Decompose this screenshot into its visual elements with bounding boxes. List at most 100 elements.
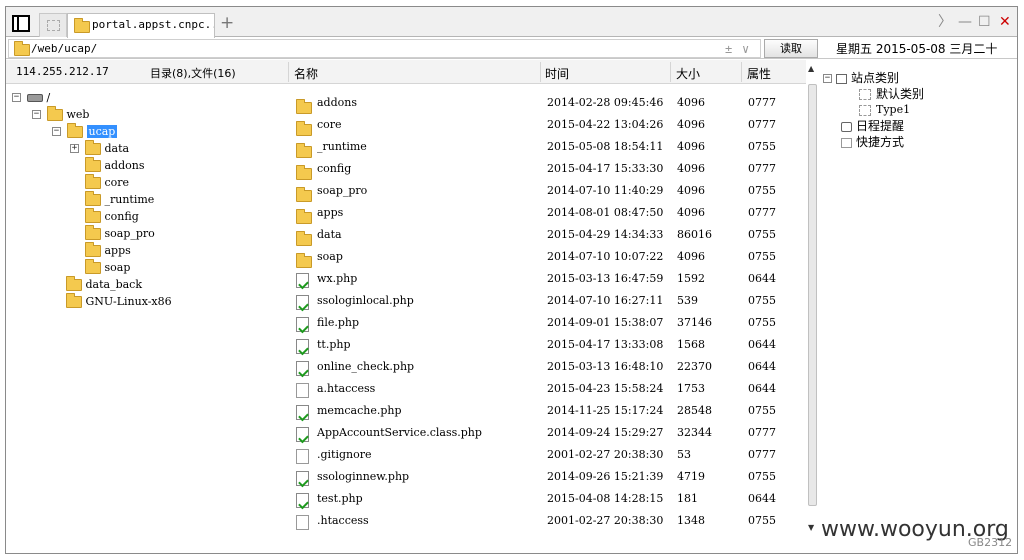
table-row[interactable]: soap 2014-07-10 10:07:22 4096 0755 — [289, 246, 806, 268]
folder-icon — [296, 209, 312, 224]
file-perm: 0777 — [748, 206, 776, 219]
forward-icon[interactable]: 〉 — [938, 13, 952, 31]
type1-node[interactable]: Type1 — [859, 102, 910, 118]
file-perm: 0755 — [748, 140, 776, 153]
path-input[interactable]: /web/ucap/ ± ∨ — [8, 39, 761, 58]
table-row[interactable]: _runtime 2015-05-08 18:54:11 4096 0755 — [289, 136, 806, 158]
file-time: 2014-07-10 11:40:29 — [547, 184, 664, 197]
collapse-icon[interactable]: − — [12, 93, 21, 102]
calendar-date: 星期五 2015-05-08 三月二十 — [836, 42, 998, 56]
default-category-node[interactable]: 默认类别 — [859, 86, 924, 102]
file-name: test.php — [317, 492, 363, 505]
shortcut-node[interactable]: 快捷方式 — [841, 134, 904, 150]
collapse-icon[interactable]: − — [32, 110, 41, 119]
folder-icon — [296, 253, 312, 268]
table-row[interactable]: a.htaccess 2015-04-23 15:58:24 1753 0644 — [289, 378, 806, 400]
expand-icon[interactable]: + — [70, 144, 79, 153]
column-header-name[interactable]: 名称 — [294, 65, 318, 82]
tree-node-data-back[interactable]: data_back — [66, 276, 142, 293]
file-size: 32344 — [677, 426, 712, 439]
tree-node-gnu-linux[interactable]: GNU-Linux-x86 — [66, 293, 172, 310]
minimize-button[interactable]: — — [958, 13, 972, 31]
php-file-icon — [296, 493, 309, 508]
tree-label: soap_pro — [104, 227, 155, 240]
read-button[interactable]: 读取 — [764, 39, 818, 58]
file-size: 1348 — [677, 514, 705, 527]
column-header-perm[interactable]: 属性 — [747, 65, 771, 82]
sidebar-toggle-icon[interactable] — [12, 15, 30, 32]
drive-icon — [27, 94, 43, 102]
table-row[interactable]: file.php 2014-09-01 15:38:07 37146 0755 — [289, 312, 806, 334]
chevron-down-icon[interactable]: ∨ — [742, 41, 749, 58]
table-row[interactable]: config 2015-04-17 15:33:30 4096 0777 — [289, 158, 806, 180]
close-button[interactable]: ✕ — [999, 13, 1011, 31]
table-row[interactable]: .gitignore 2001-02-27 20:38:30 53 0777 — [289, 444, 806, 466]
file-size: 4096 — [677, 162, 705, 175]
php-file-icon — [296, 295, 309, 310]
site-category-node[interactable]: − 站点类别 — [823, 70, 899, 86]
file-size: 86016 — [677, 228, 712, 241]
column-header-time[interactable]: 时间 — [545, 65, 569, 82]
scrollbar[interactable]: ▲ ▼ — [807, 64, 818, 534]
up-down-icon[interactable]: ± — [725, 41, 732, 58]
table-row[interactable]: AppAccountService.class.php 2014-09-24 15… — [289, 422, 806, 444]
file-name: core — [317, 118, 342, 131]
collapse-icon[interactable]: − — [823, 74, 832, 83]
scroll-thumb[interactable] — [808, 84, 817, 506]
tab-portal-label: portal.appst.cnpc... — [92, 18, 215, 31]
tab-portal[interactable]: portal.appst.cnpc... — [67, 13, 215, 38]
file-name: file.php — [317, 316, 360, 329]
file-perm: 0644 — [748, 338, 776, 351]
folder-icon — [85, 225, 101, 240]
column-header-size[interactable]: 大小 — [676, 65, 700, 82]
blank-page-icon — [47, 20, 60, 31]
file-size: 4096 — [677, 118, 705, 131]
tree-node-runtime[interactable]: _runtime — [85, 191, 154, 208]
tree-node-soap-pro[interactable]: soap_pro — [85, 225, 155, 242]
tab-blank[interactable] — [39, 13, 67, 37]
table-row[interactable]: core 2015-04-22 13:04:26 4096 0777 — [289, 114, 806, 136]
file-size: 1592 — [677, 272, 705, 285]
php-file-icon — [296, 405, 309, 420]
table-row[interactable]: soap_pro 2014-07-10 11:40:29 4096 0755 — [289, 180, 806, 202]
file-perm: 0777 — [748, 96, 776, 109]
table-row[interactable]: test.php 2015-04-08 14:28:15 181 0644 — [289, 488, 806, 510]
file-time: 2015-03-13 16:48:10 — [547, 360, 664, 373]
tree-node-addons[interactable]: addons — [85, 157, 145, 174]
new-tab-button[interactable]: + — [220, 13, 234, 33]
category-icon — [836, 73, 847, 84]
app-window: portal.appst.cnpc... + 〉 — ☐ ✕ /web/ucap… — [5, 6, 1018, 554]
table-row[interactable]: online_check.php 2015-03-13 16:48:10 22370… — [289, 356, 806, 378]
table-row[interactable]: apps 2014-08-01 08:47:50 4096 0777 — [289, 202, 806, 224]
table-row[interactable]: ssologinlocal.php 2014-07-10 16:27:11 539 0… — [289, 290, 806, 312]
maximize-button[interactable]: ☐ — [978, 13, 991, 31]
file-time: 2014-07-10 10:07:22 — [547, 250, 664, 263]
scroll-up-icon[interactable]: ▲ — [808, 64, 814, 73]
table-row[interactable]: ssologinnew.php 2014-09-26 15:21:39 4719 07… — [289, 466, 806, 488]
file-time: 2014-09-26 15:21:39 — [547, 470, 664, 483]
folder-icon — [296, 121, 312, 136]
table-row[interactable]: .htaccess 2001-02-27 20:38:30 1348 0755 — [289, 510, 806, 532]
table-row[interactable]: tt.php 2015-04-17 13:33:08 1568 0644 — [289, 334, 806, 356]
file-icon — [296, 383, 309, 398]
file-size: 37146 — [677, 316, 712, 329]
tree-node-core[interactable]: core — [85, 174, 129, 191]
table-row[interactable]: data 2015-04-29 14:34:33 86016 0755 — [289, 224, 806, 246]
tree-node-soap[interactable]: soap — [85, 259, 130, 276]
php-file-icon — [296, 339, 309, 354]
tree-label: config — [104, 210, 139, 223]
scroll-down-icon[interactable]: ▼ — [808, 523, 814, 532]
file-size: 4096 — [677, 140, 705, 153]
tree-node-apps[interactable]: apps — [85, 242, 131, 259]
item-icon — [859, 89, 871, 100]
table-row[interactable]: wx.php 2015-03-13 16:47:59 1592 0644 — [289, 268, 806, 290]
collapse-icon[interactable]: − — [52, 127, 61, 136]
table-row[interactable]: memcache.php 2014-11-25 15:17:24 28548 0755 — [289, 400, 806, 422]
schedule-label: 日程提醒 — [856, 119, 905, 133]
schedule-node[interactable]: 日程提醒 — [841, 118, 904, 134]
table-row[interactable]: addons 2014-02-28 09:45:46 4096 0777 — [289, 92, 806, 114]
tree-node-config[interactable]: config — [85, 208, 139, 225]
folder-icon — [85, 157, 101, 172]
tree-label: core — [104, 176, 130, 189]
row-icon — [296, 515, 309, 538]
